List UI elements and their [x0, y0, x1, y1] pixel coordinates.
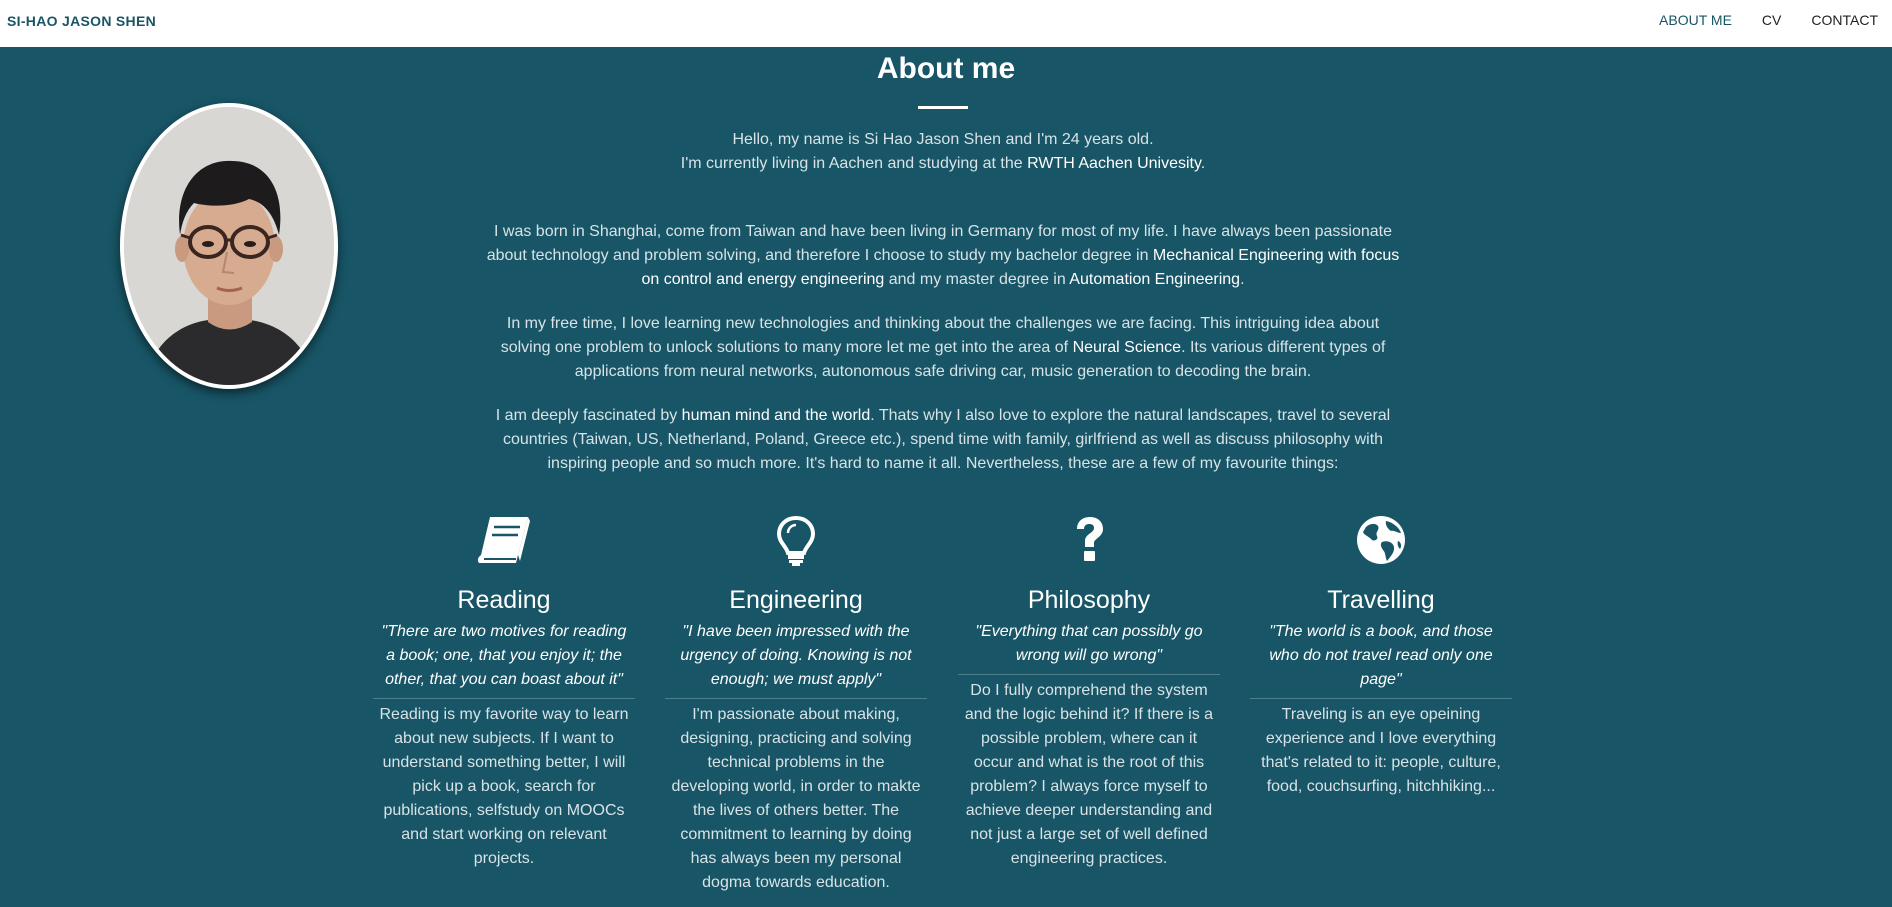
interest-description: Reading is my favorite way to learn abou…: [379, 706, 629, 867]
interest-description: Do I fully comprehend the system and the…: [964, 682, 1214, 867]
highlight-text: Neural Science: [1072, 339, 1182, 356]
intro-paragraph-interests: I am deeply fascinated by human mind and…: [495, 407, 1391, 472]
lightbulb-icon: [665, 515, 927, 573]
highlight-text: human mind and the world: [681, 407, 871, 424]
interest-card-travelling: Travelling "The world is a book, and tho…: [1250, 515, 1512, 799]
brand-link[interactable]: SI-HAO JASON SHEN: [7, 13, 156, 29]
nav-link-cv[interactable]: CV: [1762, 12, 1781, 28]
question-icon: [958, 515, 1220, 573]
intro-paragraph-greeting: Hello, my name is Si Hao Jason Shen and …: [680, 131, 1206, 172]
interest-quote: "I have been impressed with the urgency …: [665, 620, 927, 699]
book-icon: [373, 515, 635, 573]
interest-title: Engineering: [729, 586, 863, 614]
highlight-text: Mechanical Engineering with focus on con…: [641, 247, 1400, 288]
intro-paragraph-background: I was born in Shanghai, come from Taiwan…: [486, 223, 1400, 288]
interest-quote: "Everything that can possibly go wrong w…: [958, 620, 1220, 675]
nav-links: ABOUT ME CV CONTACT: [1629, 12, 1878, 28]
navbar: SI-HAO JASON SHEN ABOUT ME CV CONTACT: [0, 0, 1892, 47]
page-title: About me: [876, 52, 1016, 85]
interest-description: I'm passionate about making, designing, …: [671, 706, 921, 891]
nav-link-about-me[interactable]: ABOUT ME: [1659, 12, 1732, 28]
highlight-text: Automation Engineering: [1069, 271, 1241, 288]
interest-title: Travelling: [1327, 586, 1435, 614]
interest-title: Reading: [457, 586, 551, 614]
intro-paragraph-free-time: In my free time, I love learning new tec…: [500, 315, 1386, 380]
interest-card-philosophy: Philosophy "Everything that can possibly…: [958, 515, 1220, 871]
title-divider: [918, 106, 968, 109]
profile-photo: [120, 103, 338, 389]
interest-title: Philosophy: [1027, 586, 1151, 614]
interest-description: Traveling is an eye opeining experience …: [1261, 706, 1501, 795]
globe-icon: [1250, 515, 1512, 573]
interest-card-engineering: Engineering "I have been impressed with …: [665, 515, 927, 895]
interest-quote: "There are two motives for reading a boo…: [373, 620, 635, 699]
interest-card-reading: Reading "There are two motives for readi…: [373, 515, 635, 871]
highlight-text: RWTH Aachen Univesity: [1027, 155, 1201, 172]
nav-link-contact[interactable]: CONTACT: [1811, 12, 1878, 28]
interest-quote: "The world is a book, and those who do n…: [1250, 620, 1512, 699]
